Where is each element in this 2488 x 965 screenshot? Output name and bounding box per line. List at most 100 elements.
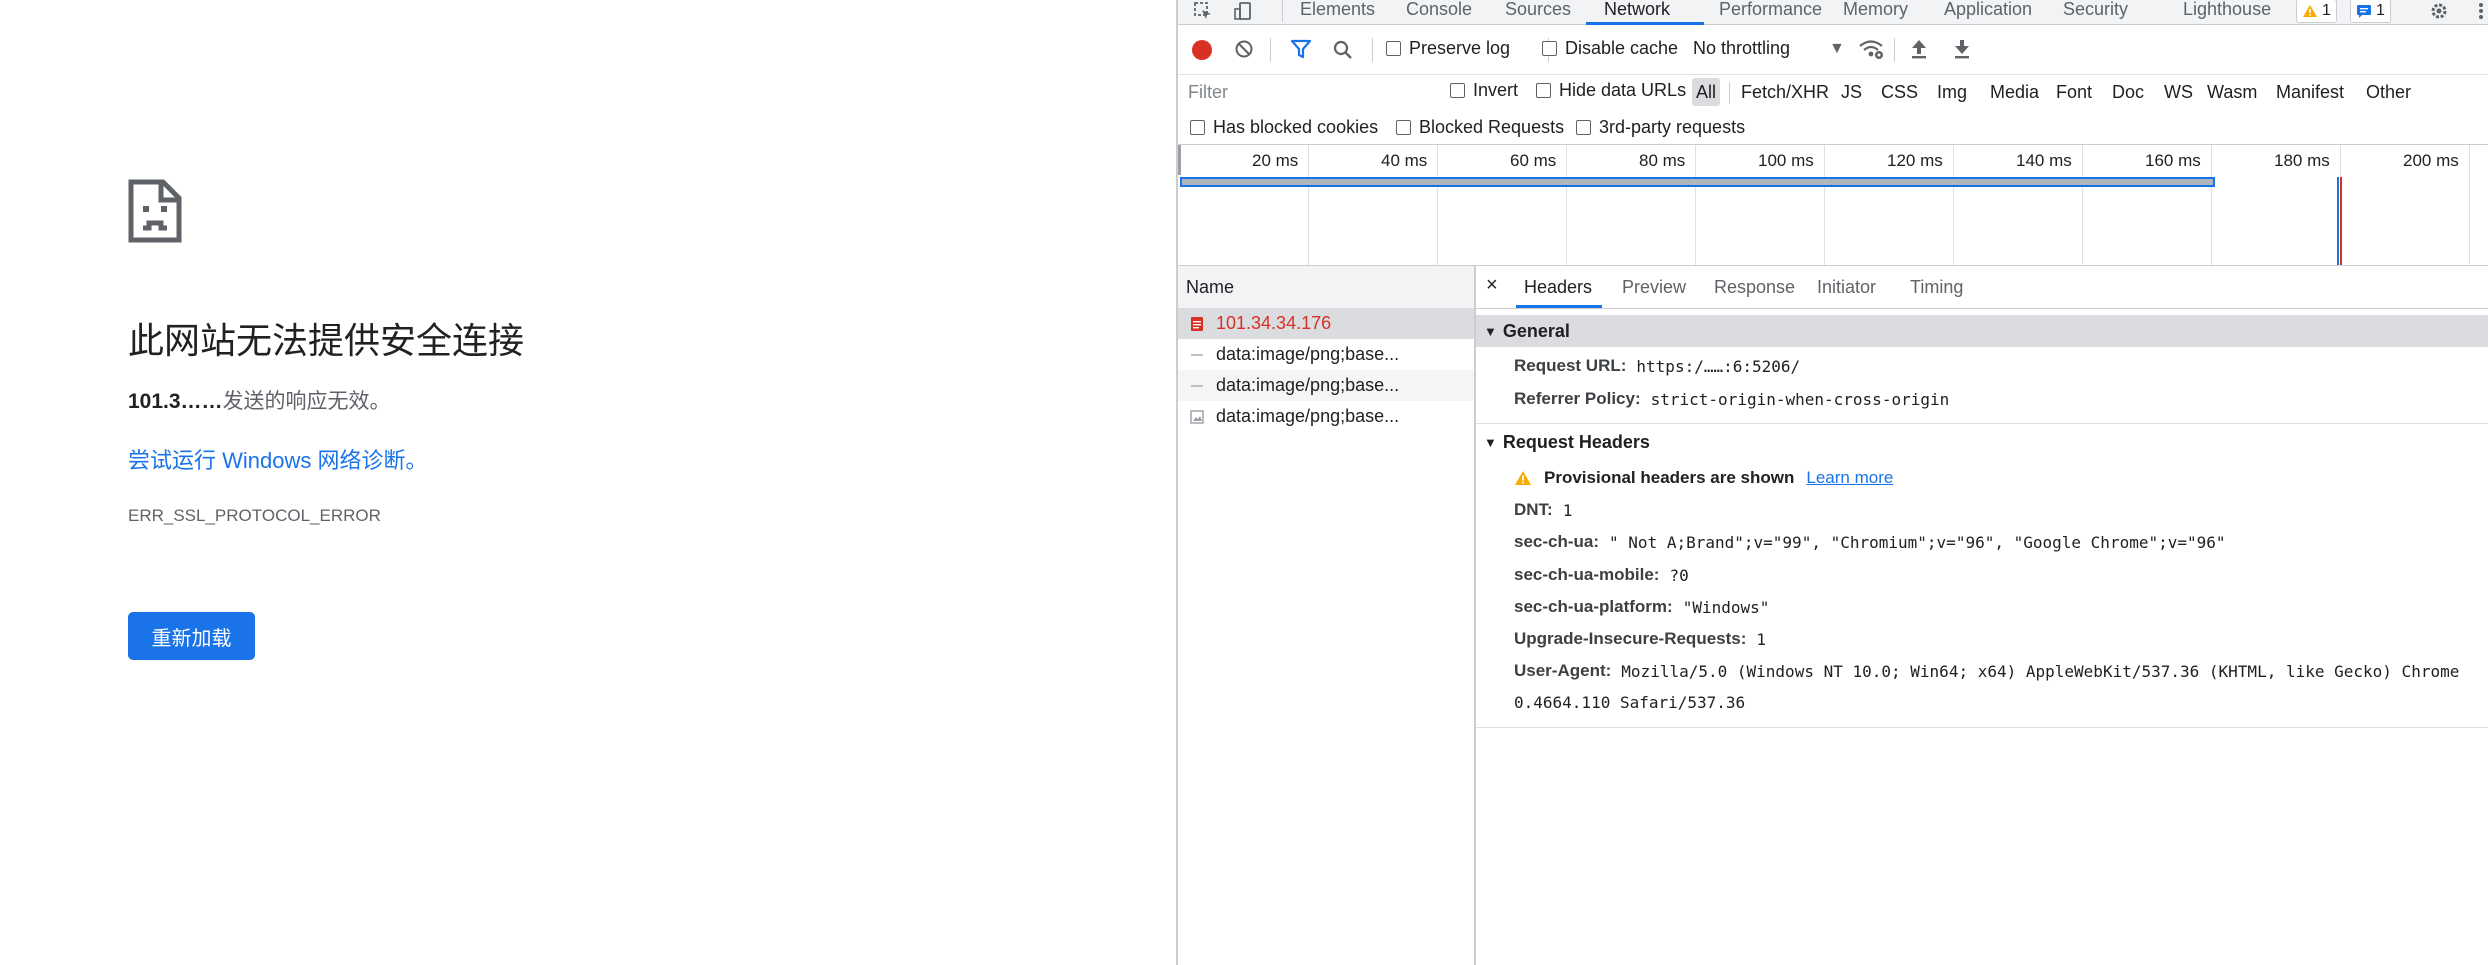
- throttling-select[interactable]: No throttling: [1693, 38, 1790, 59]
- has-blocked-cookies-checkbox[interactable]: Has blocked cookies: [1190, 117, 1378, 138]
- checkbox-box[interactable]: [1536, 83, 1551, 98]
- tab-response[interactable]: Response: [1714, 277, 1795, 298]
- tab-security[interactable]: Security: [2063, 0, 2128, 24]
- request-row[interactable]: data:image/png;base...: [1178, 370, 1474, 401]
- tab-network[interactable]: Network: [1604, 0, 1670, 24]
- header-value: 0.4664.110 Safari/537.36: [1514, 693, 1746, 712]
- tab-initiator[interactable]: Initiator: [1817, 277, 1876, 298]
- type-filter-css[interactable]: CSS: [1877, 78, 1922, 106]
- inspect-element-icon[interactable]: [1190, 0, 1216, 22]
- request-list: Name 101.34.34.176 data:image/png;base..…: [1178, 266, 1476, 965]
- type-filter-doc[interactable]: Doc: [2108, 78, 2148, 106]
- tab-timing[interactable]: Timing: [1910, 277, 1963, 298]
- checkbox-box[interactable]: [1576, 120, 1591, 135]
- request-row[interactable]: data:image/png;base...: [1178, 401, 1474, 432]
- warning-icon: [2303, 5, 2317, 17]
- preserve-log-checkbox[interactable]: Preserve log: [1386, 38, 1510, 59]
- error-host: 101.3……: [128, 390, 223, 413]
- disable-cache-label: Disable cache: [1565, 38, 1679, 58]
- tab-lighthouse[interactable]: Lighthouse: [2183, 0, 2271, 24]
- tab-elements[interactable]: Elements: [1300, 0, 1375, 24]
- more-options-icon[interactable]: [2468, 0, 2488, 22]
- import-har-icon[interactable]: [1909, 38, 1929, 60]
- invert-label: Invert: [1473, 80, 1519, 100]
- tab-performance[interactable]: Performance: [1719, 0, 1822, 24]
- tab-sources[interactable]: Sources: [1505, 0, 1571, 24]
- close-icon[interactable]: ×: [1486, 274, 1498, 297]
- filter-bar: Invert Hide data URLs All Fetch/XHR JS C…: [1178, 74, 2488, 110]
- checkbox-box[interactable]: [1386, 41, 1401, 56]
- toolbar-separator: [1372, 38, 1373, 62]
- type-filter-manifest[interactable]: Manifest: [2272, 78, 2348, 106]
- tab-headers[interactable]: Headers: [1524, 277, 1592, 298]
- header-key: sec-ch-ua-mobile:: [1514, 565, 1660, 584]
- record-button[interactable]: [1192, 40, 1212, 60]
- type-separator: [1729, 82, 1730, 104]
- timeline-tick: 100 ms: [1758, 151, 1814, 170]
- network-overview[interactable]: 20 ms 40 ms 60 ms 80 ms 100 ms 120 ms 14…: [1178, 145, 2488, 266]
- error-subtitle: 101.3……发送的响应无效。: [128, 385, 391, 415]
- checkbox-box[interactable]: [1450, 83, 1465, 98]
- image-icon: [1191, 353, 1203, 356]
- type-filter-ws[interactable]: WS: [2160, 78, 2197, 106]
- grid-line: [2211, 145, 2212, 265]
- triangle-down-icon: ▼: [1484, 434, 1497, 450]
- header-value: strict-origin-when-cross-origin: [1650, 389, 1950, 409]
- header-row-sec-ch-ua-platform: sec-ch-ua-platform: "Windows": [1514, 597, 1769, 617]
- request-row[interactable]: 101.34.34.176: [1178, 308, 1474, 339]
- tab-memory[interactable]: Memory: [1843, 0, 1908, 24]
- hide-data-urls-checkbox[interactable]: Hide data URLs: [1536, 80, 1686, 101]
- filter-icon[interactable]: [1290, 39, 1312, 59]
- request-headers-heading: Request Headers: [1502, 431, 1650, 452]
- tab-console[interactable]: Console: [1406, 0, 1472, 24]
- search-icon[interactable]: [1332, 39, 1354, 61]
- tab-preview[interactable]: Preview: [1622, 277, 1686, 298]
- type-filter-js[interactable]: JS: [1837, 78, 1866, 106]
- reload-button[interactable]: 重新加载: [128, 612, 255, 660]
- checkbox-box[interactable]: [1190, 120, 1205, 135]
- general-section-header[interactable]: ▼ General: [1476, 315, 2488, 347]
- type-filter-all[interactable]: All: [1692, 78, 1721, 106]
- header-row-user-agent: User-Agent: Mozilla/5.0 (Windows NT 10.0…: [1514, 661, 2488, 681]
- warnings-badge[interactable]: 1: [2296, 0, 2337, 23]
- active-tab-indicator: [1586, 22, 1704, 25]
- device-toolbar-icon[interactable]: [1230, 0, 1256, 22]
- sad-page-icon: [128, 179, 182, 243]
- type-filter-wasm[interactable]: Wasm: [2203, 78, 2261, 106]
- network-toolbar: Preserve log Disable cache No throttling…: [1178, 26, 2488, 75]
- type-filter-font[interactable]: Font: [2052, 78, 2096, 106]
- devtools-panel: Elements Console Sources Network Perform…: [1176, 0, 2488, 965]
- active-detail-tab-indicator: [1516, 305, 1602, 308]
- settings-gear-icon[interactable]: [2426, 0, 2452, 22]
- invert-checkbox[interactable]: Invert: [1450, 80, 1518, 101]
- learn-more-link[interactable]: Learn more: [1806, 468, 1893, 488]
- type-filter-fetch-xhr[interactable]: Fetch/XHR: [1737, 78, 1833, 106]
- warning-icon: [1515, 471, 1531, 485]
- checkbox-box[interactable]: [1396, 120, 1411, 135]
- export-har-icon[interactable]: [1952, 38, 1972, 60]
- request-name: 101.34.34.176: [1216, 313, 1332, 333]
- type-filter-other[interactable]: Other: [2362, 78, 2415, 106]
- type-filter-media[interactable]: Media: [1986, 78, 2043, 106]
- blocked-requests-label: Blocked Requests: [1419, 117, 1565, 137]
- diagnose-link[interactable]: 尝试运行 Windows 网络诊断。: [128, 443, 427, 475]
- blocked-requests-checkbox[interactable]: Blocked Requests: [1396, 117, 1564, 138]
- type-filter-img[interactable]: Img: [1933, 78, 1971, 106]
- request-headers-section-header[interactable]: ▼ Request Headers: [1476, 426, 2488, 458]
- network-conditions-icon[interactable]: [1858, 38, 1884, 60]
- tab-application[interactable]: Application: [1944, 0, 2032, 24]
- toolbar-separator: [1894, 38, 1895, 62]
- filter-input[interactable]: [1186, 78, 1440, 106]
- name-column-header[interactable]: Name: [1178, 266, 1474, 309]
- checkbox-box[interactable]: [1542, 41, 1557, 56]
- third-party-requests-checkbox[interactable]: 3rd-party requests: [1576, 117, 1745, 138]
- request-name: data:image/png;base...: [1216, 344, 1400, 364]
- third-party-requests-label: 3rd-party requests: [1599, 117, 1746, 137]
- header-value: https:/……:6:5206/: [1636, 356, 1801, 376]
- header-key: Upgrade-Insecure-Requests:: [1514, 629, 1747, 648]
- clear-icon[interactable]: [1235, 40, 1253, 58]
- request-row[interactable]: data:image/png;base...: [1178, 339, 1474, 370]
- disable-cache-checkbox[interactable]: Disable cache: [1542, 38, 1678, 59]
- messages-badge[interactable]: 1: [2350, 0, 2391, 23]
- chevron-down-icon[interactable]: ▼: [1829, 40, 1845, 58]
